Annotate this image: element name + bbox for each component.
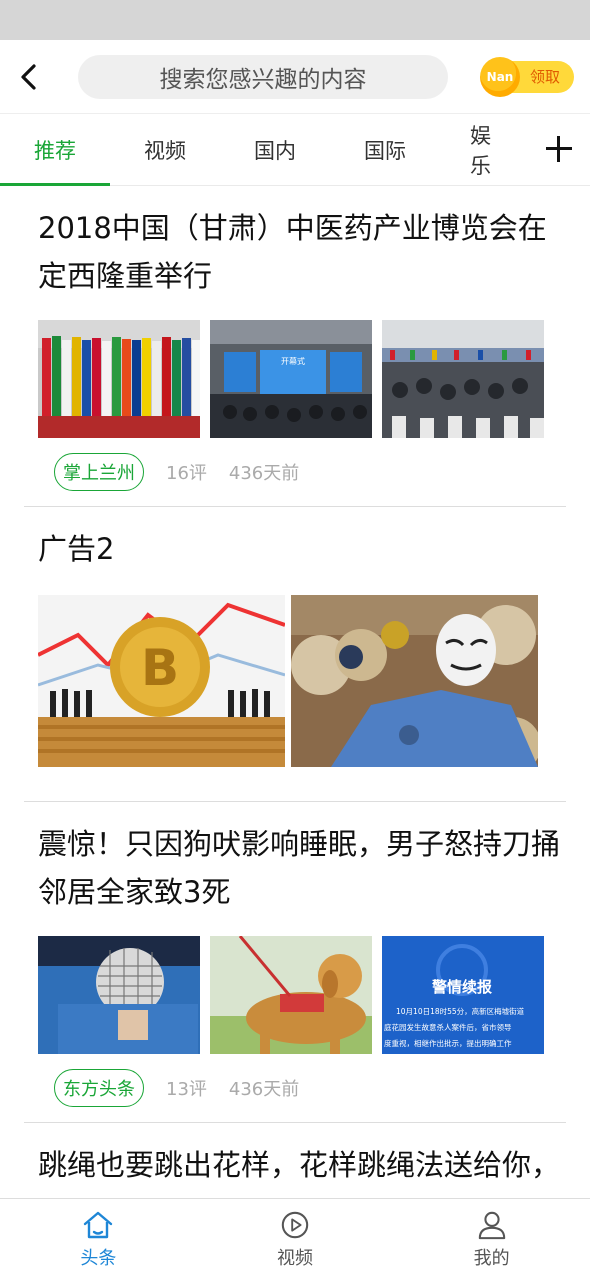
article-thumbnail	[38, 936, 200, 1054]
header: 搜索您感兴趣的内容 Nan 领取	[0, 40, 590, 114]
comment-count: 16评	[166, 463, 207, 484]
source-tag: 东方头条	[54, 1069, 144, 1107]
list-item[interactable]: 震惊！只因狗吠影响睡眠，男子怒持刀捅邻居全家致3死 警情续报 10月10日18时…	[24, 802, 566, 1123]
nav-video[interactable]: 视频	[197, 1199, 394, 1280]
tab-video[interactable]: 视频	[110, 114, 220, 185]
tab-domestic[interactable]: 国内	[220, 114, 330, 185]
bottom-navigation: 头条 视频 我的	[0, 1198, 590, 1280]
svg-text:B: B	[141, 639, 179, 697]
nav-label: 我的	[473, 1247, 510, 1269]
coin-icon: Nan	[480, 56, 520, 97]
svg-text:10月10日18时55分，高新区梅墟街道: 10月10日18时55分，高新区梅墟街道	[396, 1006, 525, 1016]
list-item[interactable]: 2018中国（甘肃）中医药产业博览会在定西隆重举行 开幕式 掌上兰州 16评 4…	[24, 186, 566, 507]
article-title: 2018中国（甘肃）中医药产业博览会在定西隆重举行	[38, 211, 547, 293]
ad-item[interactable]: 广告2 B	[24, 507, 566, 802]
add-channel-button[interactable]	[546, 136, 572, 162]
svg-text:开幕式: 开幕式	[281, 356, 305, 366]
nav-profile[interactable]: 我的	[393, 1199, 590, 1280]
article-thumbnail	[38, 320, 200, 438]
ad-image	[291, 595, 538, 767]
ad-image: B	[38, 595, 285, 767]
nav-label: 视频	[277, 1247, 313, 1269]
article-thumbnail	[382, 320, 544, 438]
source-tag: 掌上兰州	[54, 453, 144, 491]
article-thumbnail	[210, 936, 372, 1054]
chevron-left-icon	[21, 63, 36, 90]
nav-label: 头条	[80, 1247, 117, 1269]
article-title: 震惊！只因狗吠影响睡眠，男子怒持刀捅邻居全家致3死	[38, 827, 561, 909]
play-icon	[281, 1211, 309, 1238]
search-placeholder: 搜索您感兴趣的内容	[159, 66, 367, 93]
comment-count: 13评	[166, 1079, 207, 1100]
svg-text:警情续报: 警情续报	[431, 978, 492, 996]
news-feed: 2018中国（甘肃）中医药产业博览会在定西隆重举行 开幕式 掌上兰州 16评 4…	[0, 186, 590, 1237]
svg-text:庭花园发生故意杀人案件后，省市领导: 庭花园发生故意杀人案件后，省市领导	[384, 1022, 512, 1032]
article-thumbnail: 开幕式	[210, 320, 372, 438]
user-icon	[478, 1211, 505, 1239]
publish-time: 436天前	[228, 463, 300, 484]
status-bar	[0, 0, 590, 40]
article-title: 广告2	[38, 532, 115, 566]
tab-recommend[interactable]: 推荐	[0, 114, 110, 186]
category-tabs: 推荐 视频 国内 国际 娱乐	[0, 114, 590, 186]
article-thumbnail: 警情续报 10月10日18时55分，高新区梅墟街道 庭花园发生故意杀人案件后，省…	[382, 936, 544, 1054]
reward-claim-button[interactable]: Nan 领取	[480, 56, 574, 97]
svg-text:度重视，相继作出批示，提出明确工作: 度重视，相继作出批示，提出明确工作	[384, 1038, 512, 1048]
home-icon	[84, 1211, 113, 1238]
search-input[interactable]: 搜索您感兴趣的内容	[78, 54, 448, 99]
nav-headlines[interactable]: 头条	[0, 1199, 197, 1280]
tab-international[interactable]: 国际	[330, 114, 440, 185]
publish-time: 436天前	[228, 1079, 300, 1100]
reward-label: 领取	[529, 68, 560, 86]
back-button[interactable]	[18, 55, 62, 99]
